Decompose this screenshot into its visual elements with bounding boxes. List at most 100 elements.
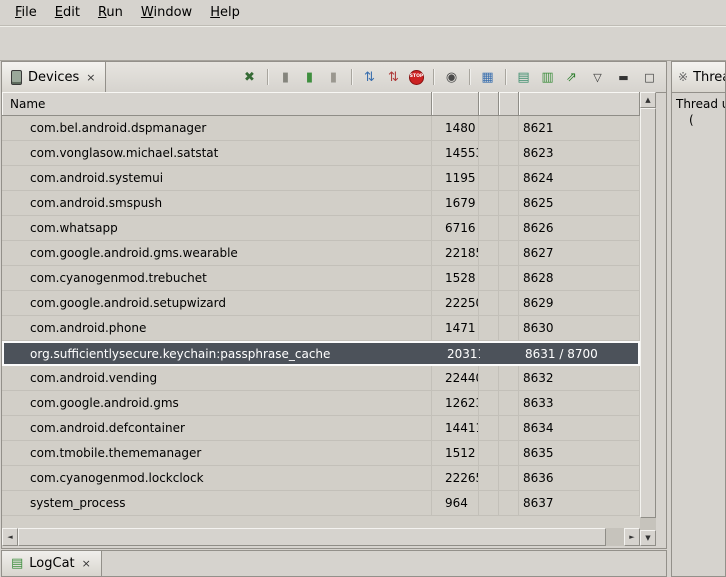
tab-logcat[interactable]: ▤ LogCat × xyxy=(2,551,102,576)
table-row[interactable]: com.android.vending224408632 xyxy=(2,366,640,391)
view-hierarchy-icon[interactable]: ▦ xyxy=(479,69,496,86)
menu-file[interactable]: File xyxy=(6,2,46,23)
port-cell: 8634 xyxy=(519,416,640,440)
empty-cell xyxy=(479,416,499,440)
debug-process-icon[interactable]: ✖ xyxy=(241,69,258,86)
pid-cell: 1679 xyxy=(432,191,479,215)
empty-cell xyxy=(501,343,521,364)
process-name-cell: com.vonglasow.michael.satstat xyxy=(2,141,432,165)
process-name-cell: com.cyanogenmod.trebuchet xyxy=(2,266,432,290)
process-name-cell: com.android.vending xyxy=(2,366,432,390)
scroll-right-icon[interactable]: ► xyxy=(624,528,640,546)
pid-cell: 22250 xyxy=(432,291,479,315)
vertical-scroll-track[interactable] xyxy=(640,108,656,530)
table-row[interactable]: com.whatsapp67168626 xyxy=(2,216,640,241)
cause-gc-icon[interactable]: ▮ xyxy=(325,69,342,86)
vertical-scrollbar[interactable]: ▲ ▼ xyxy=(640,92,656,546)
table-row[interactable]: com.google.android.setupwizard222508629 xyxy=(2,291,640,316)
dump-hprof-icon[interactable]: ▮ xyxy=(301,69,318,86)
table-row[interactable]: com.cyanogenmod.lockclock222658636 xyxy=(2,466,640,491)
column-header-empty[interactable] xyxy=(499,92,519,116)
pid-cell: 6716 xyxy=(432,216,479,240)
pid-cell: 14553 xyxy=(432,141,479,165)
pid-cell: 12623 xyxy=(432,391,479,415)
pid-cell: 964 xyxy=(432,491,479,515)
empty-cell xyxy=(499,466,519,490)
menu-edit[interactable]: Edit xyxy=(46,2,89,23)
process-name-cell: com.bel.android.dspmanager xyxy=(2,116,432,140)
port-cell: 8633 xyxy=(519,391,640,415)
device-icon xyxy=(11,70,22,85)
application-window: FileEditRunWindowHelp Devices × ✖ ▮ ▮ ▮ ⇅ ⇅ ST… xyxy=(0,0,726,577)
port-cell: 8636 xyxy=(519,466,640,490)
port-cell: 8632 xyxy=(519,366,640,390)
table-row[interactable]: com.bel.android.dspmanager14808621 xyxy=(2,116,640,141)
pid-cell: 1471 xyxy=(432,316,479,340)
toolbar-separator xyxy=(433,69,434,85)
scroll-down-icon[interactable]: ▼ xyxy=(640,530,656,546)
scroll-left-icon[interactable]: ◄ xyxy=(2,528,18,546)
menu-window[interactable]: Window xyxy=(132,2,201,23)
devices-panel: Devices × ✖ ▮ ▮ ▮ ⇅ ⇅ STOP ◉ ▦ ▤ ▥ ⇗ ▽ ▬ □ Name com.b… xyxy=(1,61,667,549)
table-row[interactable]: com.google.android.gms126238633 xyxy=(2,391,640,416)
minimize-icon[interactable]: ▬ xyxy=(615,69,632,86)
horizontal-scrollbar[interactable]: ◄ ► xyxy=(2,528,640,546)
port-cell: 8625 xyxy=(519,191,640,215)
threads-panel: ※ Threads Thread up ( xyxy=(671,61,726,577)
toolbar-separator xyxy=(267,69,268,85)
maximize-icon[interactable]: □ xyxy=(641,69,658,86)
toolbar-separator xyxy=(351,69,352,85)
empty-cell xyxy=(499,441,519,465)
update-threads-icon[interactable]: ⇅ xyxy=(361,69,378,86)
close-tab-icon[interactable]: × xyxy=(85,72,96,83)
tab-logcat-label: LogCat xyxy=(29,556,74,571)
table-row[interactable]: com.android.systemui11958624 xyxy=(2,166,640,191)
table-row[interactable]: com.cyanogenmod.trebuchet15288628 xyxy=(2,266,640,291)
port-cell: 8630 xyxy=(519,316,640,340)
menu-help[interactable]: Help xyxy=(201,2,249,23)
screen-capture-icon[interactable]: ◉ xyxy=(443,69,460,86)
port-cell: 8624 xyxy=(519,166,640,190)
tab-devices[interactable]: Devices × xyxy=(2,62,106,92)
empty-cell xyxy=(499,216,519,240)
scroll-up-icon[interactable]: ▲ xyxy=(640,92,656,108)
horizontal-scroll-track[interactable] xyxy=(18,528,624,546)
process-name-cell: com.google.android.gms.wearable xyxy=(2,241,432,265)
table-row[interactable]: system_process9648637 xyxy=(2,491,640,516)
close-tab-icon[interactable]: × xyxy=(81,558,92,569)
empty-cell xyxy=(499,116,519,140)
start-trace-icon[interactable]: ⇗ xyxy=(563,69,580,86)
table-row[interactable]: com.android.smspush16798625 xyxy=(2,191,640,216)
column-header-name[interactable]: Name xyxy=(2,92,432,116)
table-row[interactable]: com.vonglasow.michael.satstat145538623 xyxy=(2,141,640,166)
column-header-port[interactable] xyxy=(519,92,640,116)
stop-process-icon[interactable]: STOP xyxy=(409,70,424,85)
port-cell: 8631 / 8700 xyxy=(521,343,638,364)
port-cell: 8629 xyxy=(519,291,640,315)
logcat-panel: ▤ LogCat × xyxy=(1,550,667,577)
column-header-pid[interactable] xyxy=(432,92,479,116)
table-row[interactable]: com.android.phone14718630 xyxy=(2,316,640,341)
table-row[interactable]: com.google.android.gms.wearable221858627 xyxy=(2,241,640,266)
method-profiling-icon[interactable]: ⇅ xyxy=(385,69,402,86)
table-row[interactable]: com.tmobile.thememanager15128635 xyxy=(2,441,640,466)
column-header-empty[interactable] xyxy=(479,92,499,116)
table-row[interactable]: com.android.defcontainer144118634 xyxy=(2,416,640,441)
empty-cell xyxy=(481,343,501,364)
capture-system-icon[interactable]: ▤ xyxy=(515,69,532,86)
tab-threads[interactable]: ※ Threads xyxy=(672,62,725,92)
empty-cell xyxy=(479,366,499,390)
network-stats-icon[interactable]: ▥ xyxy=(539,69,556,86)
view-menu-icon[interactable]: ▽ xyxy=(589,69,606,86)
horizontal-scrollbar-thumb[interactable] xyxy=(18,528,606,546)
devices-toolbar: ✖ ▮ ▮ ▮ ⇅ ⇅ STOP ◉ ▦ ▤ ▥ ⇗ xyxy=(241,62,584,92)
process-name-cell: com.android.defcontainer xyxy=(2,416,432,440)
process-name-cell: com.android.systemui xyxy=(2,166,432,190)
empty-cell xyxy=(479,391,499,415)
vertical-scrollbar-thumb[interactable] xyxy=(640,108,656,518)
threads-tabbar: ※ Threads xyxy=(672,62,725,93)
menu-run[interactable]: Run xyxy=(89,2,132,23)
update-heap-icon[interactable]: ▮ xyxy=(277,69,294,86)
table-row[interactable]: org.sufficientlysecure.keychain:passphra… xyxy=(2,341,640,366)
toolbar-separator xyxy=(505,69,506,85)
